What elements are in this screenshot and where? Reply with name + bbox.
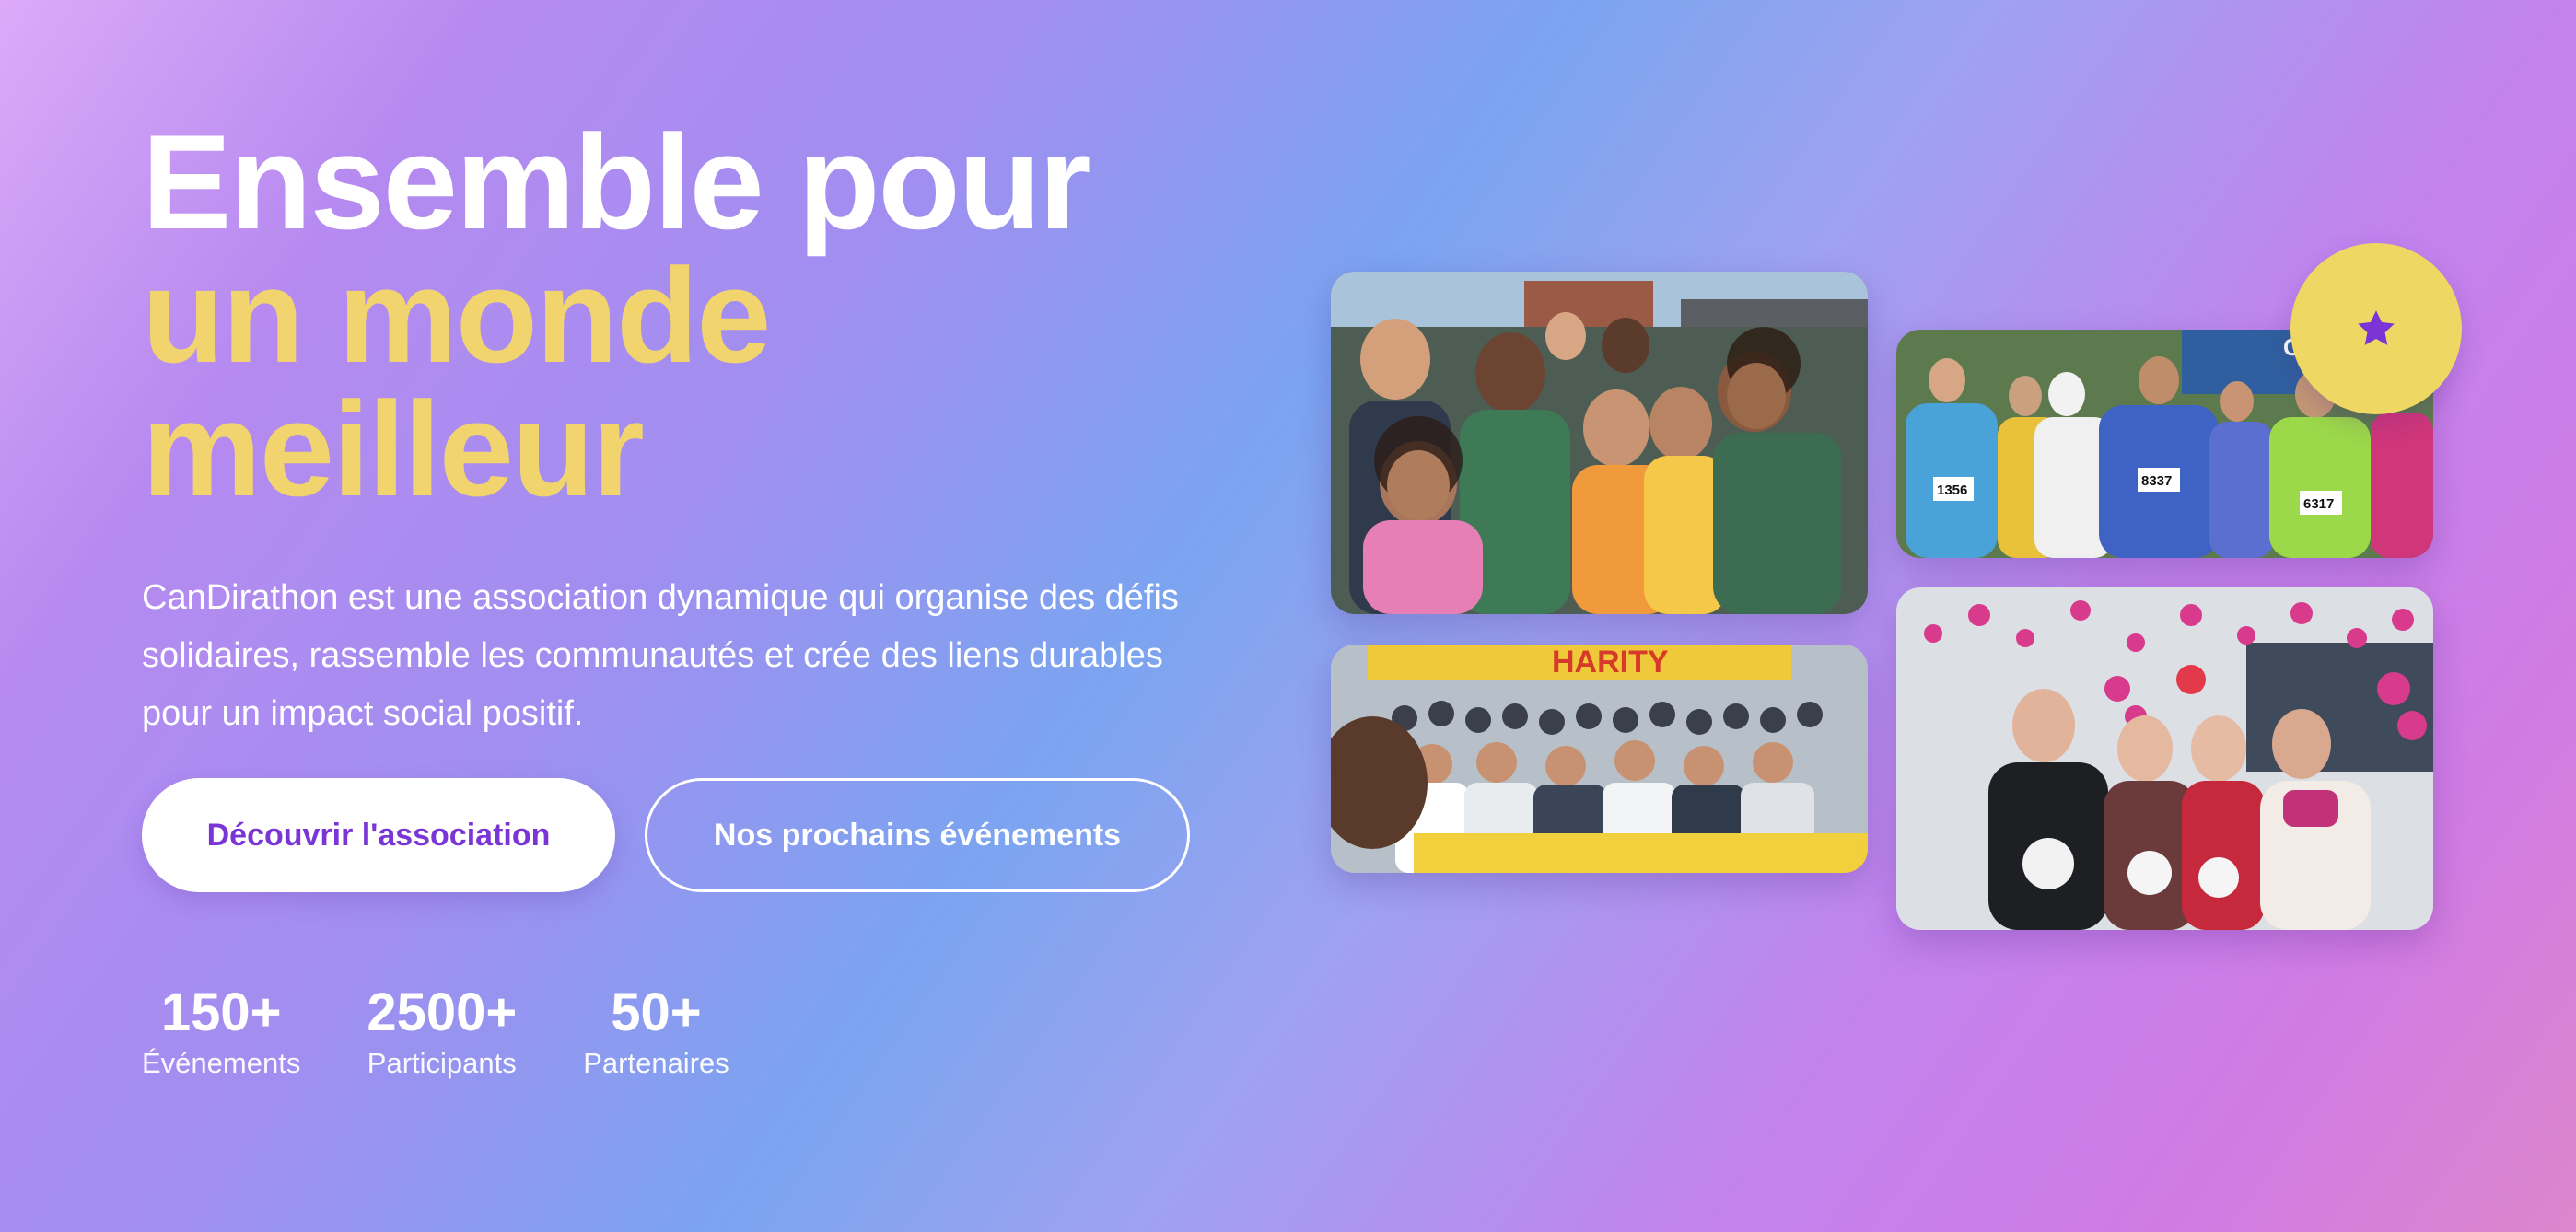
runner-bib: 1356 <box>1937 482 1967 498</box>
stat-participants: 2500+ Participants <box>367 981 517 1082</box>
runner-bib: 8337 <box>2141 473 2172 489</box>
hero-description: CanDirathon est une association dynamiqu… <box>142 578 1179 733</box>
stat-value: 2500+ <box>367 982 518 1042</box>
stat-label: Participants <box>367 1047 517 1079</box>
stat-value: 50+ <box>611 982 702 1042</box>
runner-bib: 6317 <box>2303 496 2334 512</box>
star-badge <box>2290 243 2462 414</box>
stat-value: 150+ <box>160 982 282 1042</box>
hero-section: Ensemble pour un monde meilleur CanDirat… <box>142 115 1247 743</box>
discover-association-button[interactable]: Découvrir l'association <box>142 778 615 892</box>
group-of-young-volunteers-photo <box>1331 272 1868 614</box>
stat-label: Événements <box>142 1047 301 1079</box>
hero-title-highlight-line2: un monde <box>142 240 772 390</box>
star-icon <box>2358 310 2395 345</box>
stat-label: Partenaires <box>583 1047 729 1079</box>
hero-title: Ensemble pour un monde meilleur <box>142 107 1247 524</box>
stat-partners: 50+ Partenaires <box>583 981 729 1082</box>
seniors-celebration-photo <box>1896 587 2433 930</box>
upcoming-events-button[interactable]: Nos prochains événements <box>645 778 1190 892</box>
banner-text: HARITY <box>1552 645 1669 680</box>
cta-buttons: Découvrir l'association Nos prochains év… <box>142 778 1190 892</box>
hero-title-line1: Ensemble pour <box>142 107 1091 257</box>
stat-events: 150+ Événements <box>142 981 300 1082</box>
stats-row: 150+ Événements 2500+ Participants 50+ P… <box>142 981 729 1082</box>
hero-title-highlight-line3: meilleur <box>142 374 645 524</box>
charity-crowd-banner-photo: HARITY <box>1331 645 1868 873</box>
